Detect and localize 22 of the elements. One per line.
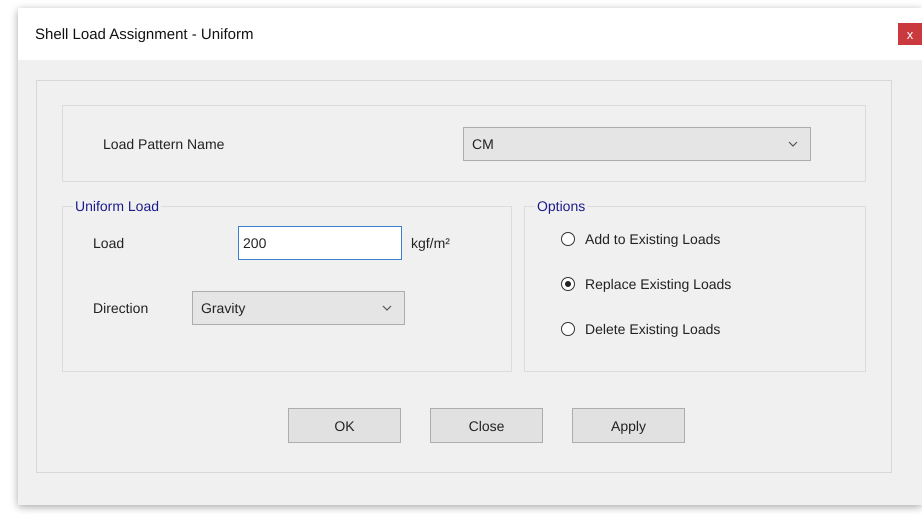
dialog-button[interactable]: OK <box>288 408 401 443</box>
caret-icon <box>382 305 392 311</box>
field-label: Load <box>93 235 126 251</box>
dropdown[interactable]: CM <box>463 126 811 160</box>
field-label: Load Pattern Name <box>103 136 226 152</box>
group-title: Uniform Load <box>74 198 160 214</box>
field-label: Direction <box>93 300 150 316</box>
radio-button[interactable] <box>561 322 575 336</box>
radio-button[interactable] <box>561 232 575 246</box>
radio-label[interactable]: Delete Existing Loads <box>581 321 720 337</box>
unit-label: kgf/m² <box>411 235 450 251</box>
radio-label[interactable]: Add to Existing Loads <box>581 231 720 247</box>
dialog-button[interactable]: Apply <box>572 408 685 443</box>
caret-icon <box>788 140 798 146</box>
radio-label[interactable]: Replace Existing Loads <box>581 276 732 292</box>
window-title: Shell Load Assignment - Uniform <box>35 26 254 42</box>
window-dismiss-button[interactable]: x <box>898 23 922 45</box>
group-title: Options <box>536 198 586 214</box>
dropdown[interactable]: Gravity <box>192 291 405 325</box>
load-field[interactable]: 200 <box>238 226 402 260</box>
dialog-button[interactable]: Close <box>430 408 543 443</box>
radio-button[interactable] <box>561 277 575 291</box>
